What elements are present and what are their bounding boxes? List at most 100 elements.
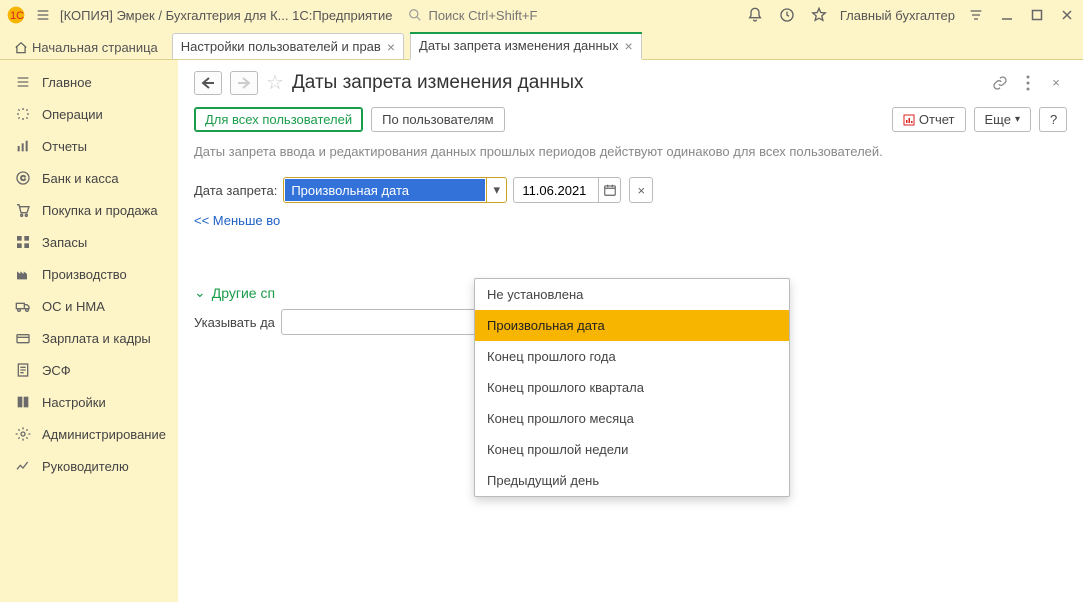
chevron-down-icon[interactable]: ▾ [486,178,506,202]
sidebar-item-label: ЭСФ [42,363,71,378]
app-title: [КОПИЯ] Эмрек / Бухгалтерия для К... 1С:… [60,8,392,23]
page-header: ☆ Даты запрета изменения данных × [194,70,1067,95]
clear-date-button[interactable]: × [629,177,653,203]
sidebar-item-label: Покупка и продажа [42,203,158,218]
page-title: Даты запрета изменения данных [292,72,584,94]
sidebar-item-label: Руководителю [42,459,129,474]
favorite-star-icon[interactable]: ☆ [266,70,284,95]
close-icon[interactable]: × [387,40,395,54]
sidebar-item[interactable]: Запасы [0,226,178,258]
user-label[interactable]: Главный бухгалтер [840,8,955,23]
lock-type-combo[interactable]: ▾ [283,177,507,203]
sidebar-item[interactable]: Операции [0,98,178,130]
home-tab[interactable]: Начальная страница [6,36,166,59]
dropdown-option[interactable]: Конец прошлой недели [475,434,789,465]
titlebar: 1С [КОПИЯ] Эмрек / Бухгалтерия для К... … [0,0,1083,30]
truck-icon [14,297,32,315]
for-all-users-button[interactable]: Для всех пользователей [194,107,363,132]
sidebar-item[interactable]: Настройки [0,386,178,418]
window-close-button[interactable] [1057,5,1077,25]
esf-icon [14,361,32,379]
salary-icon [14,329,32,347]
sidebar-item[interactable]: Главное [0,66,178,98]
sidebar-item-label: Банк и касса [42,171,119,186]
close-page-icon[interactable]: × [1045,72,1067,94]
menu-icon [14,73,32,91]
link-icon[interactable] [989,72,1011,94]
sidebar-item-label: Запасы [42,235,87,250]
app-logo: 1С [6,5,26,25]
chevron-down-icon: ⌄ [194,284,206,301]
history-icon[interactable] [776,4,798,26]
sidebar-item[interactable]: Зарплата и кадры [0,322,178,354]
help-button[interactable]: ? [1039,107,1067,132]
specify-date-label: Указывать да [194,315,275,330]
home-label: Начальная страница [32,40,158,55]
manager-icon [14,457,32,475]
sidebar-item-label: Настройки [42,395,106,410]
sidebar-item-label: Зарплата и кадры [42,331,151,346]
dropdown-option[interactable]: Конец прошлого месяца [475,403,789,434]
close-icon[interactable]: × [625,39,633,53]
date-input[interactable] [514,180,598,201]
factory-icon [14,265,32,283]
cart-icon [14,201,32,219]
reports-icon [14,137,32,155]
lock-type-input[interactable] [285,179,485,201]
window-minimize-button[interactable] [997,5,1017,25]
more-button[interactable]: Еще ▾ [974,107,1031,132]
info-text: Даты запрета ввода и редактирования данн… [194,144,1067,159]
sidebar-item[interactable]: ЭСФ [0,354,178,386]
global-search[interactable] [408,7,737,24]
sidebar-item[interactable]: ОС и НМА [0,290,178,322]
sidebar-item-label: Производство [42,267,127,282]
sidebar-item-label: Операции [42,107,103,122]
svg-text:С: С [20,174,26,183]
dropdown-option[interactable]: Конец прошлого квартала [475,372,789,403]
less-options-link[interactable]: << Меньше во [194,213,280,228]
sidebar-item[interactable]: Отчеты [0,130,178,162]
by-users-button[interactable]: По пользователям [371,107,504,132]
sidebar-item[interactable]: Производство [0,258,178,290]
ops-icon [14,105,32,123]
sidebar-item[interactable]: Покупка и продажа [0,194,178,226]
sidebar-item-label: ОС и НМА [42,299,105,314]
nav-back-button[interactable] [194,71,222,95]
lock-type-dropdown: Не установленаПроизвольная датаКонец про… [474,278,790,497]
tab-settings-users[interactable]: Настройки пользователей и прав × [172,33,404,59]
report-icon [903,114,915,126]
sidebar-item-label: Отчеты [42,139,87,154]
date-picker[interactable] [513,177,621,203]
filter-button-row: Для всех пользователей По пользователям … [194,107,1067,132]
date-lock-row: Дата запрета: ▾ × [194,177,1067,203]
date-lock-label: Дата запрета: [194,183,277,198]
settings-icon [14,393,32,411]
window-maximize-button[interactable] [1027,5,1047,25]
sidebar-item[interactable]: С Банк и касса [0,162,178,194]
nav-forward-button[interactable] [230,71,258,95]
bell-icon[interactable] [744,4,766,26]
search-input[interactable] [426,7,576,24]
sidebar-item[interactable]: Руководителю [0,450,178,482]
dropdown-option[interactable]: Произвольная дата [475,310,789,341]
hamburger-icon[interactable] [32,4,54,26]
dropdown-option[interactable]: Не установлена [475,279,789,310]
dropdown-option[interactable]: Предыдущий день [475,465,789,496]
sidebar-item-label: Администрирование [42,427,166,442]
tab-dates-lock[interactable]: Даты запрета изменения данных × [410,32,642,60]
calendar-icon[interactable] [598,178,620,202]
stock-icon [14,233,32,251]
settings-lines-icon[interactable] [965,4,987,26]
page-content: ☆ Даты запрета изменения данных × Для вс… [178,60,1083,602]
dropdown-option[interactable]: Конец прошлого года [475,341,789,372]
sidebar-item[interactable]: Администрирование [0,418,178,450]
bank-icon: С [14,169,32,187]
sidebar-item-label: Главное [42,75,92,90]
tab-bar: Начальная страница Настройки пользовател… [0,30,1083,60]
chevron-down-icon: ▾ [1015,114,1020,125]
sidebar: Главное Операции Отчеты С Банк и касса Покупк… [0,60,178,602]
star-icon[interactable] [808,4,830,26]
admin-icon [14,425,32,443]
report-button[interactable]: Отчет [892,107,966,132]
kebab-icon[interactable] [1017,72,1039,94]
